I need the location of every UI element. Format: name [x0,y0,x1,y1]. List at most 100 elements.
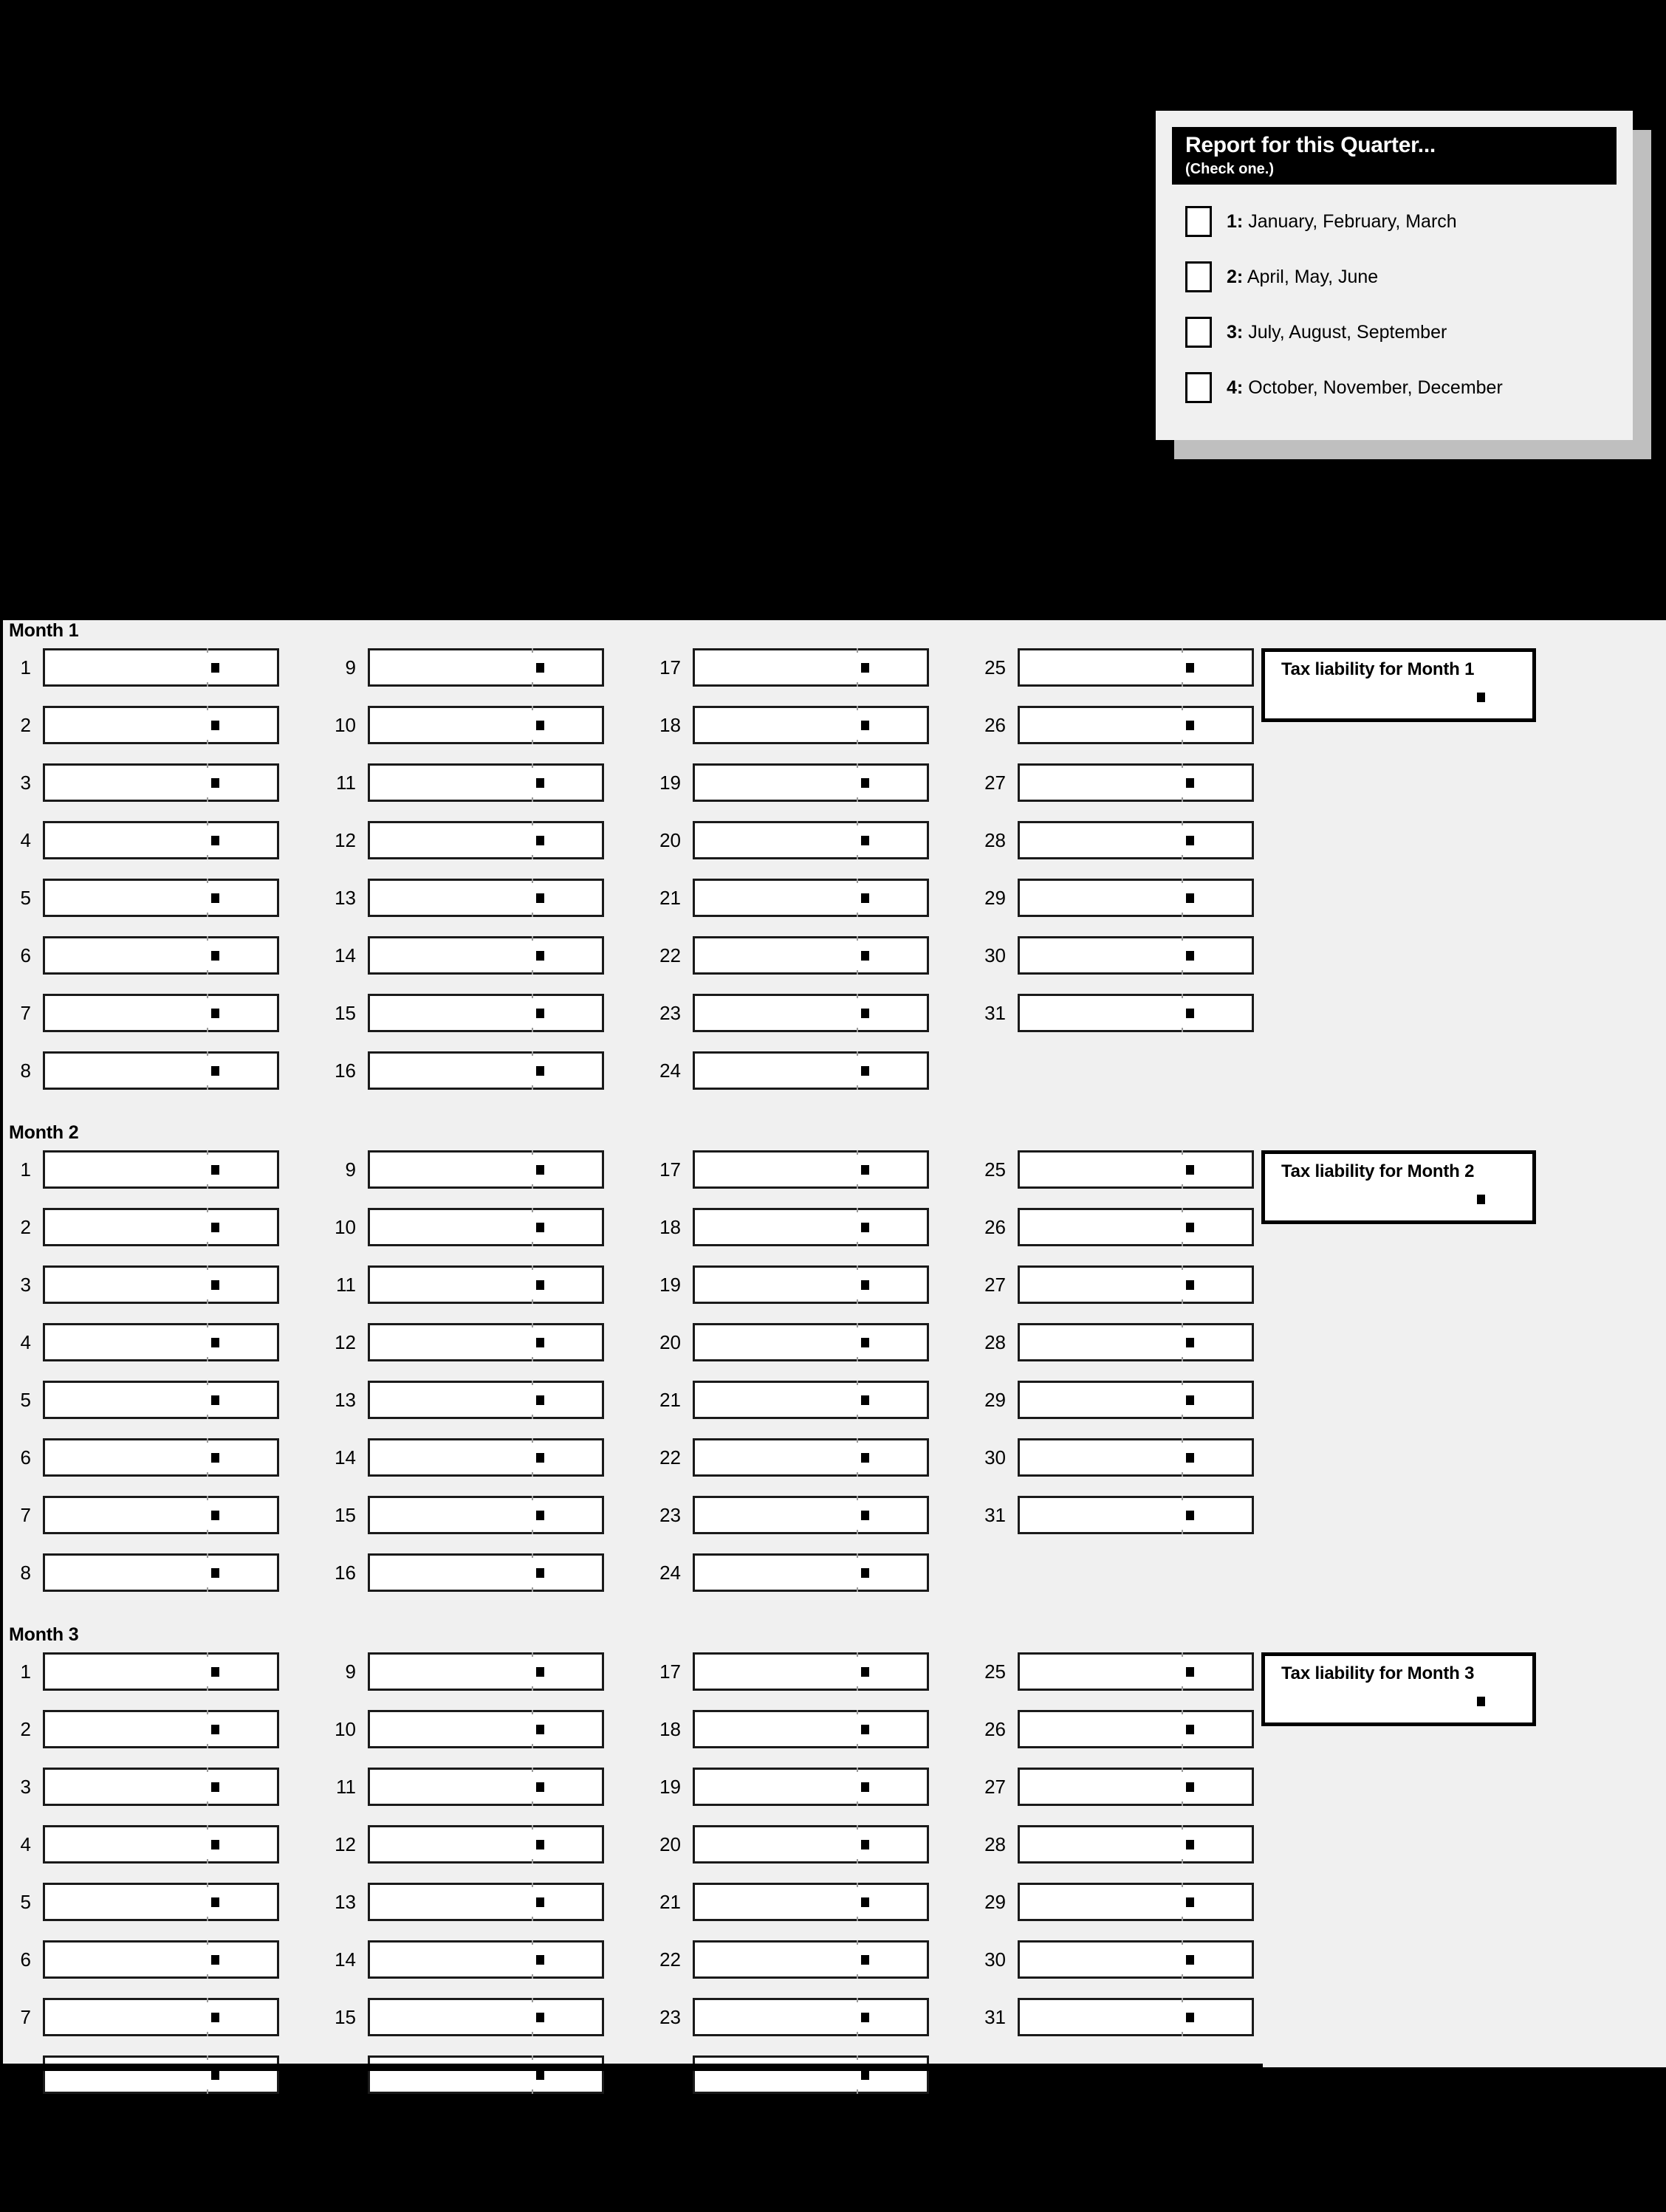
day-amount-input[interactable] [693,1768,929,1806]
day-amount-input[interactable] [368,1652,604,1691]
day-amount-input[interactable] [693,1051,929,1090]
day-amount-input[interactable] [693,936,929,975]
day-amount-input[interactable] [368,763,604,802]
day-amount-input[interactable] [43,1553,279,1592]
day-amount-input[interactable] [368,879,604,917]
day-amount-input[interactable] [693,821,929,859]
day-amount-input[interactable] [43,879,279,917]
day-amount-input[interactable] [693,879,929,917]
day-amount-input[interactable] [368,1265,604,1304]
day-amount-input[interactable] [693,1883,929,1921]
day-amount-input[interactable] [693,994,929,1032]
day-amount-input[interactable] [1018,1323,1254,1361]
quarter-3-checkbox[interactable] [1185,316,1212,348]
day-amount-input[interactable] [1018,1496,1254,1534]
day-amount-input[interactable] [43,763,279,802]
day-amount-input[interactable] [368,1825,604,1864]
day-amount-input[interactable] [693,1553,929,1592]
day-amount-input[interactable] [368,1323,604,1361]
day-amount-input[interactable] [1018,1265,1254,1304]
day-amount-input[interactable] [1018,648,1254,687]
day-amount-input[interactable] [43,936,279,975]
day-amount-input[interactable] [1018,706,1254,744]
day-amount-input[interactable] [693,1438,929,1477]
day-amount-input[interactable] [1018,1883,1254,1921]
day-amount-input[interactable] [1018,1208,1254,1246]
day-amount-input[interactable] [43,821,279,859]
day-amount-input[interactable] [1018,1998,1254,2036]
tax-liability-box-month-2[interactable]: Tax liability for Month 2 [1261,1150,1536,1224]
day-amount-input[interactable] [693,648,929,687]
day-amount-input[interactable] [43,1652,279,1691]
day-amount-input[interactable] [1018,1438,1254,1477]
day-amount-input[interactable] [368,1940,604,1979]
day-amount-input[interactable] [43,706,279,744]
day-amount-input[interactable] [1018,879,1254,917]
day-amount-input[interactable] [368,1496,604,1534]
day-amount-input[interactable] [368,936,604,975]
day-amount-input[interactable] [43,1381,279,1419]
day-amount-input[interactable] [43,1883,279,1921]
day-amount-input[interactable] [368,1553,604,1592]
day-amount-input[interactable] [1018,1768,1254,1806]
tax-liability-box-month-1[interactable]: Tax liability for Month 1 [1261,648,1536,722]
tax-liability-box-month-3[interactable]: Tax liability for Month 3 [1261,1652,1536,1726]
day-amount-input[interactable] [43,1438,279,1477]
day-amount-input[interactable] [693,1998,929,2036]
day-amount-input[interactable] [693,1265,929,1304]
quarter-option-4[interactable]: 4: October, November, December [1172,360,1617,415]
day-amount-input[interactable] [43,1998,279,2036]
day-amount-input[interactable] [43,994,279,1032]
day-amount-input[interactable] [368,648,604,687]
day-amount-input[interactable] [43,1323,279,1361]
day-amount-input[interactable] [368,1768,604,1806]
day-amount-input[interactable] [693,763,929,802]
day-amount-input[interactable] [693,1150,929,1189]
day-amount-input[interactable] [368,821,604,859]
quarter-option-1[interactable]: 1: January, February, March [1172,193,1617,249]
day-amount-input[interactable] [368,1381,604,1419]
day-amount-input[interactable] [1018,1940,1254,1979]
day-amount-input[interactable] [1018,1150,1254,1189]
quarter-2-checkbox[interactable] [1185,261,1212,292]
day-amount-input[interactable] [368,2055,604,2094]
day-amount-input[interactable] [43,1710,279,1748]
quarter-option-3[interactable]: 3: July, August, September [1172,304,1617,360]
day-amount-input[interactable] [43,1940,279,1979]
day-amount-input[interactable] [43,648,279,687]
day-amount-input[interactable] [1018,994,1254,1032]
day-amount-input[interactable] [693,1496,929,1534]
day-amount-input[interactable] [693,1940,929,1979]
day-amount-input[interactable] [1018,1710,1254,1748]
day-amount-input[interactable] [43,1496,279,1534]
day-amount-input[interactable] [43,1825,279,1864]
day-amount-input[interactable] [1018,1825,1254,1864]
day-amount-input[interactable] [368,1051,604,1090]
day-amount-input[interactable] [368,1998,604,2036]
day-amount-input[interactable] [368,1710,604,1748]
day-amount-input[interactable] [693,1825,929,1864]
day-amount-input[interactable] [368,994,604,1032]
day-amount-input[interactable] [43,1768,279,1806]
day-amount-input[interactable] [693,1381,929,1419]
day-amount-input[interactable] [368,1883,604,1921]
day-amount-input[interactable] [693,1323,929,1361]
day-amount-input[interactable] [368,1438,604,1477]
day-amount-input[interactable] [368,706,604,744]
day-amount-input[interactable] [43,1265,279,1304]
day-amount-input[interactable] [1018,1381,1254,1419]
day-amount-input[interactable] [43,1208,279,1246]
day-amount-input[interactable] [1018,821,1254,859]
quarter-4-checkbox[interactable] [1185,371,1212,403]
day-amount-input[interactable] [693,2055,929,2094]
day-amount-input[interactable] [693,1652,929,1691]
day-amount-input[interactable] [693,1710,929,1748]
day-amount-input[interactable] [368,1208,604,1246]
quarter-option-2[interactable]: 2: April, May, June [1172,249,1617,304]
day-amount-input[interactable] [1018,763,1254,802]
day-amount-input[interactable] [43,1150,279,1189]
day-amount-input[interactable] [43,2055,279,2094]
day-amount-input[interactable] [368,1150,604,1189]
day-amount-input[interactable] [1018,1652,1254,1691]
day-amount-input[interactable] [693,1208,929,1246]
